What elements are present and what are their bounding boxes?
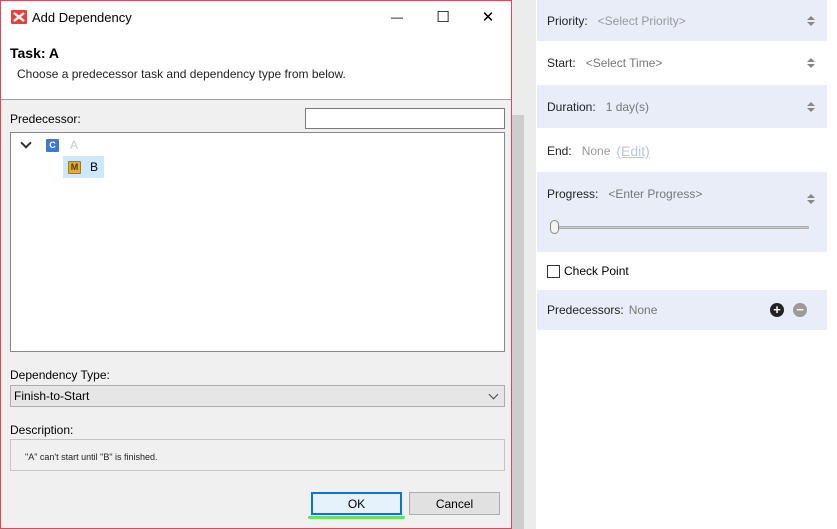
chevron-down-icon[interactable] bbox=[20, 137, 32, 149]
task-properties-panel: Priority: <Select Priority> Start: <Sele… bbox=[536, 0, 837, 529]
priority-label: Priority: bbox=[547, 13, 588, 28]
dialog-header: Task: A Choose a predecessor task and de… bbox=[1, 34, 511, 100]
add-dependency-dialog: Add Dependency — ☐ ✕ Task: A Choose a pr… bbox=[0, 0, 512, 529]
end-row: End: None (Edit) bbox=[537, 130, 827, 172]
priority-row[interactable]: Priority: <Select Priority> bbox=[537, 0, 827, 41]
duration-row[interactable]: Duration: 1 day(s) bbox=[537, 85, 827, 128]
main-topic-icon: M bbox=[68, 160, 81, 174]
start-row[interactable]: Start: <Select Time> bbox=[537, 42, 827, 83]
progress-slider-track[interactable] bbox=[551, 226, 809, 229]
predecessors-label: Predecessors: bbox=[547, 303, 624, 317]
close-icon[interactable]: ✕ bbox=[465, 1, 511, 33]
start-value[interactable]: <Select Time> bbox=[586, 56, 663, 70]
ok-button[interactable]: OK bbox=[311, 492, 402, 515]
priority-value[interactable]: <Select Priority> bbox=[598, 14, 686, 28]
checkpoint-label[interactable]: Check Point bbox=[564, 264, 629, 278]
checkpoint-row[interactable]: Check Point bbox=[537, 256, 827, 286]
cancel-button[interactable]: Cancel bbox=[409, 492, 500, 515]
description-label: Description: bbox=[10, 423, 74, 437]
dependency-type-label: Dependency Type: bbox=[10, 368, 110, 382]
tree-row-child[interactable]: M B bbox=[63, 156, 105, 178]
description-text: "A" can't start until "B" is finished. bbox=[25, 452, 158, 462]
dialog-title: Add Dependency bbox=[32, 10, 132, 25]
progress-value[interactable]: <Enter Progress> bbox=[608, 187, 702, 201]
predecessor-search-input[interactable] bbox=[305, 108, 505, 129]
predecessors-row: Predecessors: None + − bbox=[537, 290, 827, 330]
end-edit-link[interactable]: (Edit) bbox=[616, 143, 649, 159]
tree-row-root[interactable]: C A bbox=[20, 134, 79, 156]
tree-selected-item[interactable]: M B bbox=[63, 156, 105, 178]
task-description: Choose a predecessor task and dependency… bbox=[17, 67, 346, 81]
minimize-icon[interactable]: — bbox=[374, 1, 420, 33]
progress-row: Progress: <Enter Progress> bbox=[537, 172, 827, 252]
start-label: Start: bbox=[547, 55, 576, 70]
spinner-icon[interactable] bbox=[807, 101, 815, 112]
tree-root-label: A bbox=[70, 138, 79, 152]
predecessor-label: Predecessor: bbox=[10, 112, 81, 126]
predecessor-tree[interactable]: C A M B bbox=[10, 132, 505, 352]
title-bar[interactable]: Add Dependency — ☐ ✕ bbox=[1, 1, 511, 34]
duration-value[interactable]: 1 day(s) bbox=[606, 100, 649, 114]
end-value: None bbox=[581, 144, 611, 158]
dependency-type-select[interactable]: Finish-to-Start bbox=[10, 385, 505, 407]
maximize-icon[interactable]: ☐ bbox=[420, 1, 466, 33]
dependency-type-value: Finish-to-Start bbox=[14, 389, 90, 403]
progress-slider-thumb[interactable] bbox=[550, 220, 559, 234]
spinner-icon[interactable] bbox=[807, 194, 815, 204]
spinner-icon[interactable] bbox=[807, 57, 815, 68]
duration-label: Duration: bbox=[547, 99, 596, 114]
focus-highlight bbox=[308, 516, 405, 519]
add-icon[interactable]: + bbox=[770, 303, 784, 317]
vertical-scrollbar[interactable] bbox=[512, 115, 524, 529]
app-logo-icon bbox=[11, 10, 27, 24]
checkpoint-checkbox[interactable] bbox=[547, 264, 560, 278]
description-box: "A" can't start until "B" is finished. bbox=[10, 439, 505, 471]
remove-icon[interactable]: − bbox=[793, 303, 807, 317]
chevron-down-icon[interactable] bbox=[488, 389, 499, 400]
progress-label: Progress: bbox=[547, 187, 599, 201]
spinner-icon[interactable] bbox=[807, 15, 815, 26]
tree-child-label: B bbox=[90, 160, 99, 174]
predecessors-value: None bbox=[628, 303, 658, 317]
task-title: Task: A bbox=[10, 45, 60, 61]
central-topic-icon: C bbox=[46, 138, 59, 152]
end-label: End: bbox=[547, 144, 572, 158]
